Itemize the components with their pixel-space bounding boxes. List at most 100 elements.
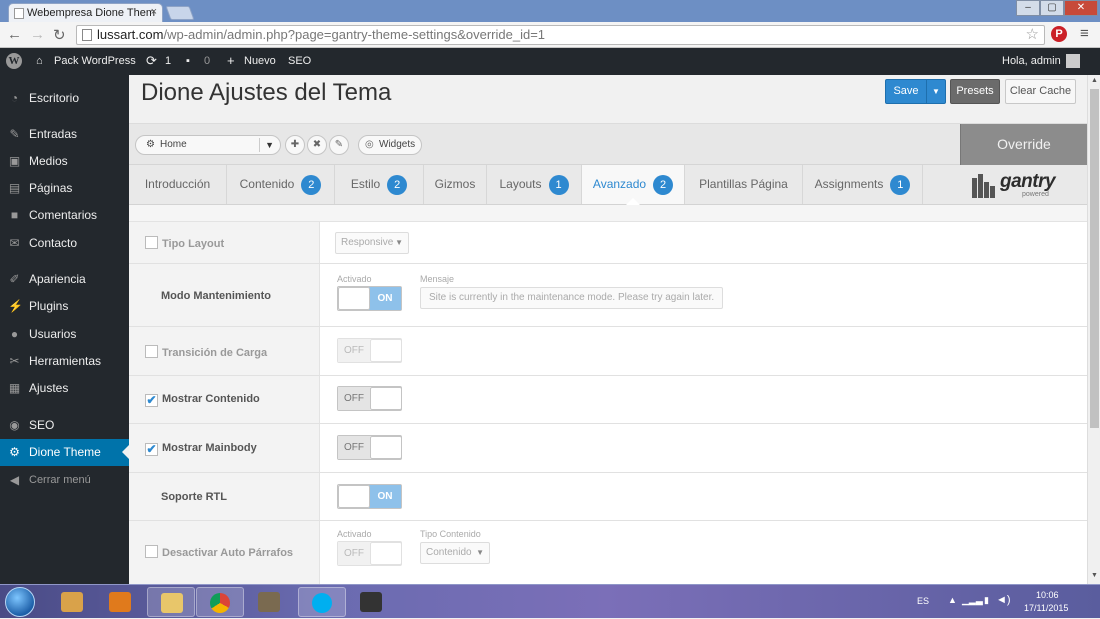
settings-tabs: Introducción Contenido 2 Estilo 2 Gizmos L… <box>129 165 1087 205</box>
tipo-layout-select[interactable]: Responsive ▼ <box>335 232 409 254</box>
tipo-layout-checkbox[interactable] <box>145 236 158 249</box>
sidebar-item-entradas[interactable]: ✎ Entradas <box>0 121 129 148</box>
tab-gizmos[interactable]: Gizmos <box>424 165 487 204</box>
tab-assignments[interactable]: Assignments 1 <box>803 165 923 204</box>
save-button[interactable]: Save <box>885 79 927 104</box>
mostrar-mainbody-checkbox[interactable]: ✔ <box>145 443 158 456</box>
comments-count[interactable]: 0 <box>204 55 210 67</box>
desactivar-auto-parrafos-toggle[interactable]: OFF <box>337 541 402 566</box>
plus-icon[interactable]: + <box>227 53 235 68</box>
taskbar-app-inkscape[interactable] <box>347 587 395 617</box>
account-greeting[interactable]: Hola, admin <box>1002 55 1061 67</box>
mostrar-contenido-checkbox[interactable]: ✔ <box>145 394 158 407</box>
language-indicator[interactable]: ES <box>917 596 929 606</box>
avatar[interactable] <box>1066 54 1080 68</box>
updates-count[interactable]: 1 <box>165 55 171 67</box>
mensaje-input[interactable]: Site is currently in the maintenance mod… <box>420 287 723 309</box>
battery-icon[interactable]: ▮ <box>984 595 989 606</box>
wordpress-logo-icon[interactable]: W <box>6 53 22 69</box>
site-name-link[interactable]: Pack WordPress <box>54 55 136 67</box>
tab-introduccion[interactable]: Introducción <box>129 165 227 204</box>
soporte-rtl-toggle[interactable]: ON <box>337 484 402 509</box>
pinterest-icon[interactable]: P <box>1051 26 1067 42</box>
tab-plantillas-pagina[interactable]: Plantillas Página <box>685 165 803 204</box>
sidebar-item-comentarios[interactable]: ■ Comentarios <box>0 202 129 229</box>
network-icon[interactable]: ▁▂▃ <box>962 595 983 606</box>
transicion-carga-checkbox[interactable] <box>145 345 158 358</box>
sidebar-item-seo[interactable]: ◉ SEO <box>0 412 129 439</box>
sidebar-item-dione-theme[interactable]: ⚙ Dione Theme <box>0 439 129 466</box>
browser-tab[interactable]: Webempresa Dione Them × <box>8 3 163 22</box>
edit-override-button[interactable]: ✎ <box>329 135 349 155</box>
widgets-button[interactable]: ◎ Widgets <box>358 135 422 155</box>
updates-icon[interactable]: ⟳ <box>146 53 157 69</box>
delete-override-button[interactable]: ✖ <box>307 135 327 155</box>
sidebar-item-herramientas[interactable]: ✂ Herramientas <box>0 348 129 375</box>
gimp-icon <box>258 592 280 612</box>
taskbar-app-skype[interactable] <box>298 587 346 617</box>
sidebar-item-label: SEO <box>29 418 55 432</box>
comment-icon[interactable]: ▪ <box>186 55 190 67</box>
taskbar-app-media[interactable] <box>96 587 144 617</box>
assignment-select[interactable]: ⚙ Home ▼ <box>135 135 281 155</box>
address-bar[interactable]: lussart.com/wp-admin/admin.php?page=gant… <box>76 25 1045 45</box>
sidebar-item-plugins[interactable]: ⚡ Plugins <box>0 293 129 320</box>
collapse-menu-button[interactable]: ◀ Cerrar menú <box>0 467 129 494</box>
sidebar-item-apariencia[interactable]: ✐ Apariencia <box>0 266 129 293</box>
sidebar-item-ajustes[interactable]: ▦ Ajustes <box>0 375 129 402</box>
clock-date[interactable]: 17/11/2015 <box>1024 603 1068 613</box>
clock-time[interactable]: 10:06 <box>1036 590 1059 600</box>
desactivar-auto-parrafos-label: Desactivar Auto Párrafos <box>145 545 293 559</box>
tipo-contenido-label: Tipo Contenido <box>420 529 481 539</box>
volume-icon[interactable]: ◄) <box>996 594 1011 606</box>
tab-estilo[interactable]: Estilo 2 <box>335 165 424 204</box>
forward-arrow-icon[interactable]: → <box>30 26 45 43</box>
activado-label: Activado <box>337 274 372 284</box>
new-content-link[interactable]: Nuevo <box>244 55 276 67</box>
clear-cache-button[interactable]: Clear Cache <box>1005 79 1076 104</box>
menu-icon[interactable]: ≡ <box>1080 25 1089 42</box>
new-tab-button[interactable] <box>165 6 195 20</box>
user-icon: ● <box>10 327 19 341</box>
activado-label: Activado <box>337 529 372 539</box>
seo-link[interactable]: SEO <box>288 55 311 67</box>
presets-button[interactable]: Presets <box>950 79 1000 104</box>
tipo-layout-value: Responsive <box>341 237 394 248</box>
desactivar-auto-parrafos-checkbox[interactable] <box>145 545 158 558</box>
tab-close-icon[interactable]: × <box>151 6 157 18</box>
mostrar-mainbody-toggle[interactable]: OFF <box>337 435 402 460</box>
taskbar-app-gimp[interactable] <box>245 587 293 617</box>
scroll-up-icon[interactable]: ▲ <box>1091 77 1098 84</box>
taskbar-app-1[interactable] <box>48 587 96 617</box>
maximize-button[interactable]: ▢ <box>1040 0 1064 16</box>
taskbar-app-explorer[interactable] <box>147 587 195 617</box>
tab-layouts[interactable]: Layouts 1 <box>487 165 582 204</box>
browser-toolbar: ← → ↻ lussart.com/wp-admin/admin.php?pag… <box>0 22 1100 48</box>
sidebar-item-escritorio[interactable]: ◔ Escritorio <box>0 85 129 112</box>
save-dropdown-button[interactable]: ▼ <box>926 79 946 104</box>
scroll-down-icon[interactable]: ▼ <box>1091 572 1098 579</box>
start-button[interactable] <box>5 587 35 617</box>
scrollbar-thumb[interactable] <box>1090 89 1099 428</box>
reload-icon[interactable]: ↻ <box>53 26 66 44</box>
tab-contenido[interactable]: Contenido 2 <box>227 165 335 204</box>
sidebar-item-medios[interactable]: ▣ Medios <box>0 148 129 175</box>
back-arrow-icon[interactable]: ← <box>7 26 22 43</box>
transicion-carga-toggle[interactable]: OFF <box>337 338 402 363</box>
page-scrollbar[interactable]: ▲ ▼ <box>1087 75 1100 584</box>
tab-avanzado[interactable]: Avanzado 2 <box>582 165 685 205</box>
bookmark-star-icon[interactable]: ☆ <box>1026 26 1039 44</box>
tray-arrow-icon[interactable]: ▲ <box>948 595 957 605</box>
sidebar-item-paginas[interactable]: ▤ Páginas <box>0 175 129 202</box>
tab-badge: 2 <box>301 174 322 195</box>
tipo-contenido-select[interactable]: Contenido ▼ <box>420 542 490 564</box>
minimize-button[interactable]: – <box>1016 0 1040 16</box>
add-override-button[interactable]: ✚ <box>285 135 305 155</box>
sidebar-item-usuarios[interactable]: ● Usuarios <box>0 321 129 348</box>
mostrar-contenido-toggle[interactable]: OFF <box>337 386 402 411</box>
taskbar-app-chrome[interactable] <box>196 587 244 617</box>
modo-mantenimiento-toggle[interactable]: ON <box>337 286 402 311</box>
sidebar-item-contacto[interactable]: ✉ Contacto <box>0 230 129 257</box>
sidebar-item-label: Comentarios <box>29 208 98 222</box>
window-close-button[interactable]: ✕ <box>1064 0 1098 16</box>
